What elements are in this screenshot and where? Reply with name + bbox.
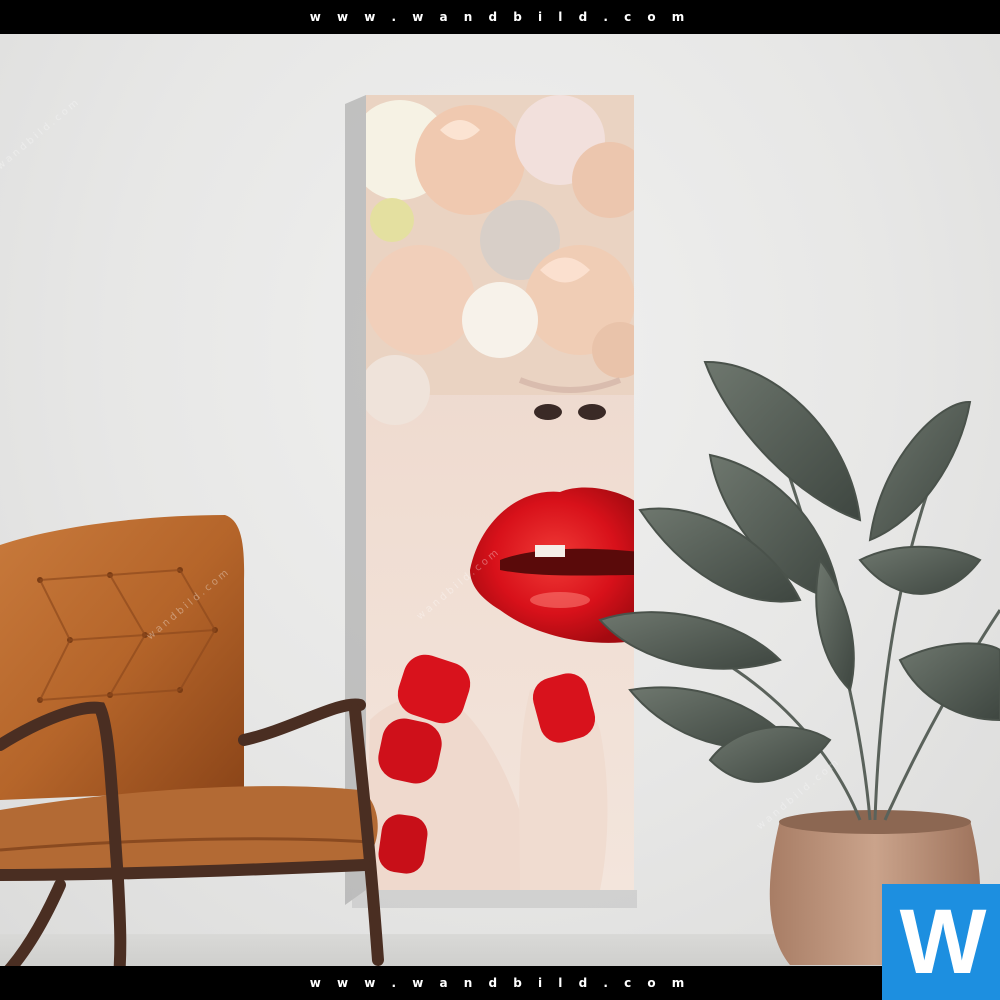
- top-banner: w w w . w a n d b i l d . c o m: [0, 0, 1000, 34]
- site-url-top: w w w . w a n d b i l d . c o m: [309, 10, 691, 24]
- site-url-bottom: w w w . w a n d b i l d . c o m: [309, 976, 691, 990]
- armchair: [0, 515, 384, 996]
- brand-logo: W: [882, 884, 1000, 1000]
- svg-text:wandbild.com: wandbild.com: [0, 96, 83, 172]
- plant: [598, 360, 1000, 821]
- room-scene: wandbild.com wandbild.com wandbild.com w…: [0, 95, 1000, 996]
- product-mockup: wandbild.com wandbild.com wandbild.com w…: [0, 0, 1000, 1000]
- bottom-banner: w w w . w a n d b i l d . c o m: [0, 966, 1000, 1000]
- canvas-print: [366, 95, 634, 890]
- brand-logo-letter: W: [899, 891, 987, 993]
- flower-crown: [366, 95, 634, 425]
